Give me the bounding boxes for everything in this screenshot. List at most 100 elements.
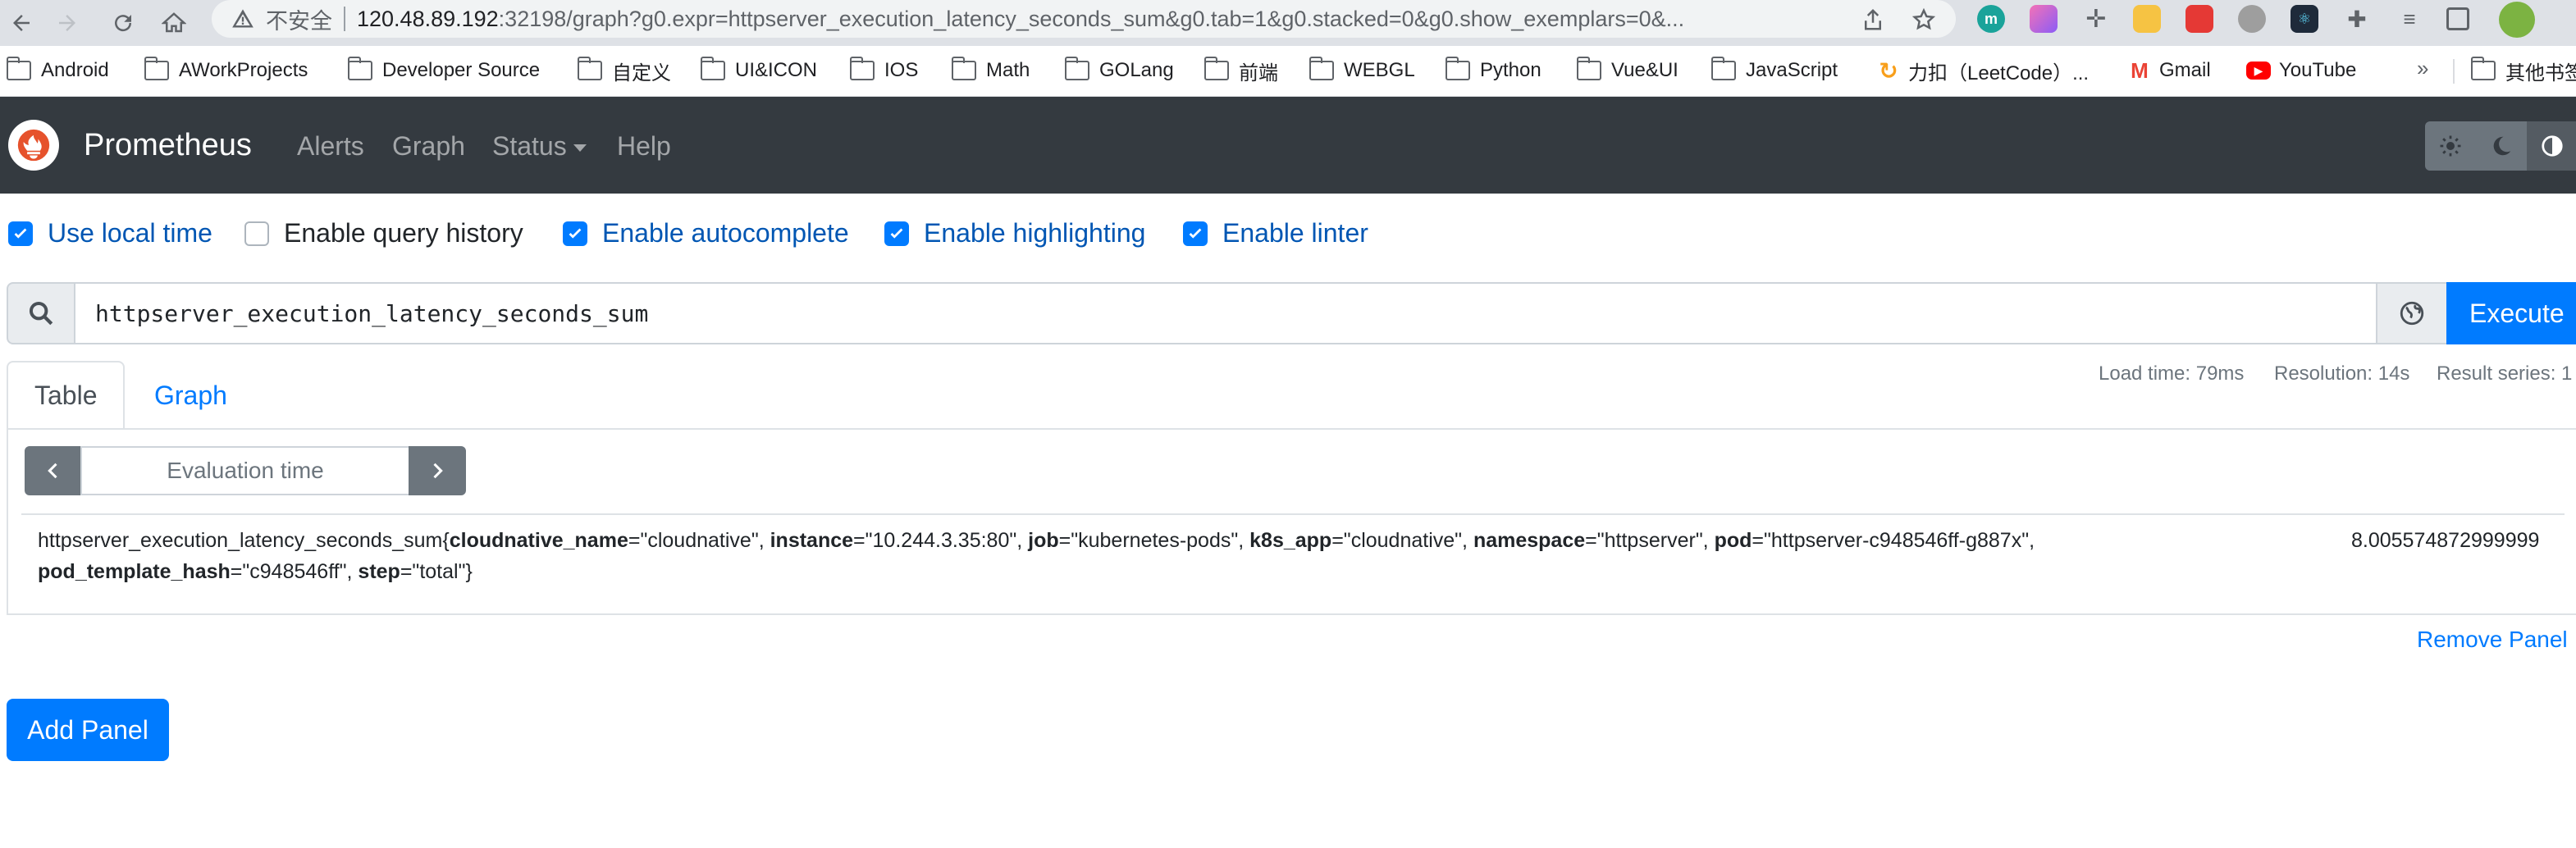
bookmark-ui-icon[interactable]: UI&ICON: [700, 56, 817, 85]
folder-icon: [700, 57, 725, 80]
evaluation-time-input[interactable]: Evaluation time: [80, 446, 410, 495]
brand-title[interactable]: Prometheus: [84, 128, 252, 163]
label-key: cloudnative_name: [449, 529, 628, 552]
youtube-icon: ▶: [2246, 62, 2271, 80]
label-key: pod_template_hash: [38, 560, 231, 583]
forward-arrow-icon[interactable]: [51, 7, 84, 39]
bookmark-golang[interactable]: GOLang: [1064, 56, 1174, 85]
address-bar[interactable]: 不安全 120.48.89.192:32198/graph?g0.expr=ht…: [212, 0, 1956, 38]
media-queue-icon[interactable]: ≡: [2396, 5, 2423, 33]
light-theme-sun-icon[interactable]: [2425, 121, 2476, 171]
gradient-extension-icon[interactable]: [2030, 5, 2058, 33]
folder-icon: [951, 57, 976, 80]
avatar-extension-icon[interactable]: [2238, 5, 2266, 33]
label-value: c948546ff: [249, 560, 340, 583]
back-arrow-icon[interactable]: [5, 7, 38, 39]
prometheus-logo-icon[interactable]: [8, 120, 59, 171]
bookmarks-overflow-button[interactable]: »: [2417, 56, 2428, 81]
folder-icon: [1576, 57, 1601, 80]
bookmark-vue-ui[interactable]: Vue&UI: [1576, 56, 1679, 85]
note-extension-icon[interactable]: [2133, 5, 2161, 33]
nav-alerts[interactable]: Alerts: [297, 131, 364, 162]
nav-graph[interactable]: Graph: [392, 131, 465, 162]
bookmark-frontend[interactable]: 前端: [1204, 56, 1278, 85]
home-icon[interactable]: [158, 7, 190, 39]
bookmark-gmail[interactable]: M Gmail: [2128, 56, 2211, 85]
url-host: 120.48.89.192: [357, 6, 499, 31]
remove-panel-link[interactable]: Remove Panel: [2417, 627, 2568, 653]
url-text[interactable]: 120.48.89.192:32198/graph?g0.expr=httpse…: [357, 7, 1834, 32]
folder-icon: [849, 57, 875, 80]
tab-table[interactable]: Table: [7, 361, 125, 430]
previous-time-button[interactable]: [25, 446, 82, 495]
nav-status[interactable]: Status: [492, 131, 587, 162]
nav-help[interactable]: Help: [617, 131, 671, 162]
label-value: total: [419, 560, 459, 583]
bookmark-youtube[interactable]: ▶ YouTube: [2246, 56, 2356, 85]
checkbox-checked-icon[interactable]: [8, 221, 33, 246]
expression-input[interactable]: httpserver_execution_latency_seconds_sum: [74, 282, 2377, 344]
gmail-icon: M: [2131, 57, 2149, 83]
folder-icon: [144, 57, 169, 80]
series-value: 8.005574872999999: [2351, 529, 2540, 552]
chevron-left-icon: [48, 463, 57, 479]
option-enable-autocomplete[interactable]: Enable autocomplete: [563, 218, 849, 248]
bookmark-javascript[interactable]: JavaScript: [1710, 56, 1838, 85]
option-label: Enable highlighting: [924, 218, 1146, 248]
add-panel-button[interactable]: Add Panel: [7, 699, 169, 761]
dice-extension-icon[interactable]: [2185, 5, 2213, 33]
sidepanel-icon[interactable]: [2446, 7, 2469, 30]
security-label: 不安全: [266, 8, 332, 34]
star-icon[interactable]: [1911, 7, 1936, 32]
reload-icon[interactable]: [107, 7, 139, 39]
folder-icon: [1445, 57, 1470, 80]
label-value: cloudnative: [1350, 529, 1455, 552]
resolution-stat: Resolution: 14s: [2274, 362, 2410, 385]
move-extension-icon[interactable]: ✛: [2082, 5, 2110, 33]
bookmark-ios[interactable]: IOS: [849, 56, 918, 85]
warning-icon: [232, 9, 253, 28]
profile-avatar[interactable]: [2499, 2, 2535, 38]
folder-icon: [6, 57, 31, 80]
omnibox-separator: [344, 7, 345, 31]
option-enable-highlighting[interactable]: Enable highlighting: [884, 218, 1145, 248]
label-value: httpserver: [1604, 529, 1696, 552]
bookmark-android[interactable]: Android: [6, 56, 109, 85]
folder-icon: [1064, 57, 1089, 80]
label-value: 10.244.3.35:80: [872, 529, 1010, 552]
label-value: cloudnative: [647, 529, 751, 552]
checkbox-checked-icon[interactable]: [563, 221, 587, 246]
bookmark-custom[interactable]: 自定义: [577, 56, 671, 85]
bookmarks-bar: Android AWorkProjects Developer Source 自…: [0, 46, 2576, 97]
bookmark-developer-source[interactable]: Developer Source: [347, 56, 540, 85]
caret-down-icon: [573, 144, 587, 153]
option-enable-linter[interactable]: Enable linter: [1183, 218, 1368, 248]
bookmark-leetcode[interactable]: ↻ 力扣（LeetCode）...: [1877, 56, 2089, 85]
execute-button[interactable]: Execute: [2446, 282, 2576, 344]
m-extension-icon[interactable]: m: [1977, 5, 2005, 33]
bookmark-python[interactable]: Python: [1445, 56, 1541, 85]
bookmarks-divider: [2453, 59, 2455, 84]
share-icon[interactable]: [1861, 7, 1885, 32]
checkbox-checked-icon[interactable]: [1183, 221, 1208, 246]
checkbox-checked-icon[interactable]: [884, 221, 909, 246]
label-key: pod: [1714, 529, 1752, 552]
react-extension-icon[interactable]: ⚛: [2291, 5, 2318, 33]
metrics-explorer-globe-icon[interactable]: [2376, 282, 2448, 344]
bookmark-webgl[interactable]: WEBGL: [1309, 56, 1415, 85]
auto-theme-contrast-icon[interactable]: [2527, 121, 2576, 171]
leetcode-icon: ↻: [1879, 57, 1898, 84]
next-time-button[interactable]: [409, 446, 466, 495]
option-enable-query-history[interactable]: Enable query history: [244, 218, 523, 248]
checkbox-unchecked-icon[interactable]: [244, 221, 269, 246]
dark-theme-moon-icon[interactable]: [2476, 121, 2527, 171]
option-use-local-time[interactable]: Use local time: [8, 218, 212, 248]
tab-graph[interactable]: Graph: [128, 361, 253, 430]
option-label: Enable query history: [284, 218, 523, 248]
label-key: instance: [770, 529, 854, 552]
bookmark-other[interactable]: 其他书签: [2470, 56, 2576, 85]
bookmark-math[interactable]: Math: [951, 56, 1030, 85]
browser-toolbar: 不安全 120.48.89.192:32198/graph?g0.expr=ht…: [0, 0, 2576, 46]
puzzle-icon[interactable]: ✚: [2343, 5, 2371, 33]
bookmark-aworkprojects[interactable]: AWorkProjects: [144, 56, 308, 85]
